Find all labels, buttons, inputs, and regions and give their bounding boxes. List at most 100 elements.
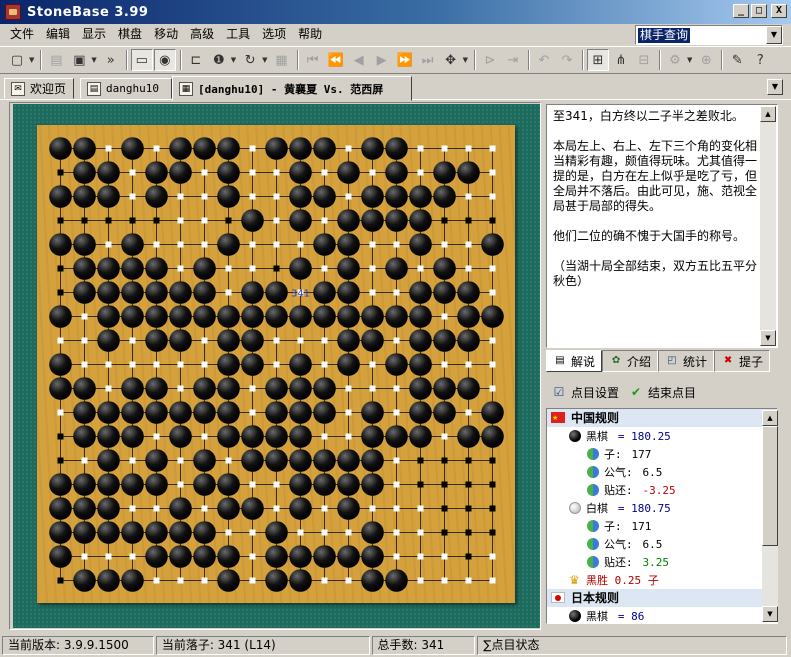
black-stone[interactable]: [265, 401, 288, 424]
black-territory-marker[interactable]: [57, 169, 64, 176]
black-territory-marker[interactable]: [417, 457, 424, 464]
black-stone[interactable]: [169, 329, 192, 352]
black-stone[interactable]: [289, 137, 312, 160]
board-frame-icon[interactable]: ▦: [271, 49, 293, 71]
black-stone[interactable]: [73, 497, 96, 520]
black-territory-marker[interactable]: [273, 265, 280, 272]
black-stone[interactable]: [265, 377, 288, 400]
black-stone[interactable]: [409, 401, 432, 424]
white-territory-marker[interactable]: [417, 553, 424, 560]
tree-view-icon[interactable]: ⊞: [586, 49, 609, 71]
white-territory-marker[interactable]: [129, 337, 136, 344]
black-stone[interactable]: [97, 185, 120, 208]
black-stone[interactable]: [241, 353, 264, 376]
black-stone[interactable]: [121, 521, 144, 544]
black-stone[interactable]: [121, 401, 144, 424]
white-territory-marker[interactable]: [465, 577, 472, 584]
black-stone[interactable]: [193, 137, 216, 160]
white-territory-marker[interactable]: [273, 193, 280, 200]
black-stone[interactable]: [313, 305, 336, 328]
variation-jump-icon[interactable]: ⇥: [502, 49, 524, 71]
white-territory-marker[interactable]: [81, 361, 88, 368]
player-query-combo[interactable]: 棋手查询 ▼: [635, 25, 783, 45]
white-territory-marker[interactable]: [273, 361, 280, 368]
black-stone[interactable]: [289, 305, 312, 328]
white-territory-marker[interactable]: [393, 241, 400, 248]
white-territory-marker[interactable]: [273, 217, 280, 224]
tabs-dropdown-icon[interactable]: ▼: [767, 79, 783, 95]
black-stone[interactable]: [433, 401, 456, 424]
white-territory-marker[interactable]: [489, 385, 496, 392]
black-stone[interactable]: [409, 281, 432, 304]
white-territory-marker[interactable]: [441, 313, 448, 320]
black-territory-marker[interactable]: [129, 217, 136, 224]
black-stone[interactable]: [217, 161, 240, 184]
black-stone[interactable]: [265, 545, 288, 568]
black-stone[interactable]: [217, 545, 240, 568]
tree-node-white-stones[interactable]: 子: 171: [547, 517, 777, 535]
black-stone[interactable]: [265, 449, 288, 472]
white-territory-marker[interactable]: [249, 145, 256, 152]
edit-icon[interactable]: ✎: [726, 49, 748, 71]
black-stone[interactable]: [361, 137, 384, 160]
white-territory-marker[interactable]: [345, 193, 352, 200]
white-territory-marker[interactable]: [345, 409, 352, 416]
black-stone[interactable]: [385, 137, 408, 160]
white-territory-marker[interactable]: [105, 241, 112, 248]
white-territory-marker[interactable]: [201, 193, 208, 200]
maximize-button[interactable]: □: [751, 4, 767, 18]
white-territory-marker[interactable]: [177, 577, 184, 584]
black-stone[interactable]: [217, 137, 240, 160]
white-territory-marker[interactable]: [201, 241, 208, 248]
black-stone[interactable]: [217, 185, 240, 208]
white-territory-marker[interactable]: [129, 193, 136, 200]
black-stone[interactable]: [289, 497, 312, 520]
white-territory-marker[interactable]: [249, 265, 256, 272]
tree-node-black[interactable]: 黑棋 = 180.25: [547, 427, 777, 445]
help-icon[interactable]: ?: [749, 49, 771, 71]
black-stone[interactable]: [457, 281, 480, 304]
white-territory-marker[interactable]: [129, 361, 136, 368]
black-stone[interactable]: [145, 305, 168, 328]
score-tree[interactable]: 中国规则 黑棋 = 180.25 子: 177 公气: 6.5 贴还: -3.2…: [546, 408, 778, 624]
black-stone[interactable]: [289, 401, 312, 424]
white-territory-marker[interactable]: [105, 385, 112, 392]
white-territory-marker[interactable]: [225, 289, 232, 296]
black-stone[interactable]: [73, 377, 96, 400]
black-stone[interactable]: [241, 497, 264, 520]
white-territory-marker[interactable]: [393, 337, 400, 344]
black-stone[interactable]: [241, 425, 264, 448]
white-territory-marker[interactable]: [441, 577, 448, 584]
tree-node-jp-black[interactable]: 黑棋 = 86: [547, 607, 777, 623]
tab-info[interactable]: ✿ 介绍: [602, 350, 659, 372]
comment-panel[interactable]: 至341，白方终以二子半之差败北。 本局左上、右上、左下三个角的变化相当精彩有趣…: [546, 104, 778, 348]
black-stone[interactable]: [409, 377, 432, 400]
black-stone[interactable]: [265, 425, 288, 448]
white-territory-marker[interactable]: [249, 193, 256, 200]
black-stone[interactable]: [385, 569, 408, 592]
black-stone[interactable]: [217, 425, 240, 448]
white-territory-marker[interactable]: [201, 433, 208, 440]
scroll-up-icon[interactable]: ▲: [760, 106, 776, 122]
black-stone[interactable]: [265, 521, 288, 544]
black-stone[interactable]: [265, 281, 288, 304]
white-territory-marker[interactable]: [489, 553, 496, 560]
black-territory-marker[interactable]: [441, 481, 448, 488]
white-territory-marker[interactable]: [465, 361, 472, 368]
black-stone[interactable]: [97, 161, 120, 184]
white-territory-marker[interactable]: [177, 457, 184, 464]
scroll-down-icon[interactable]: ▼: [760, 330, 776, 346]
black-stone[interactable]: [97, 497, 120, 520]
rotate-icon[interactable]: ↻: [239, 49, 261, 71]
black-stone[interactable]: [289, 545, 312, 568]
white-territory-marker[interactable]: [225, 529, 232, 536]
black-stone[interactable]: [145, 401, 168, 424]
black-stone[interactable]: [385, 257, 408, 280]
black-territory-marker[interactable]: [441, 457, 448, 464]
white-territory-marker[interactable]: [489, 337, 496, 344]
black-stone[interactable]: [361, 401, 384, 424]
black-stone[interactable]: [97, 521, 120, 544]
white-territory-marker[interactable]: [489, 265, 496, 272]
black-stone[interactable]: [73, 257, 96, 280]
menu-options[interactable]: 选项: [256, 25, 292, 44]
